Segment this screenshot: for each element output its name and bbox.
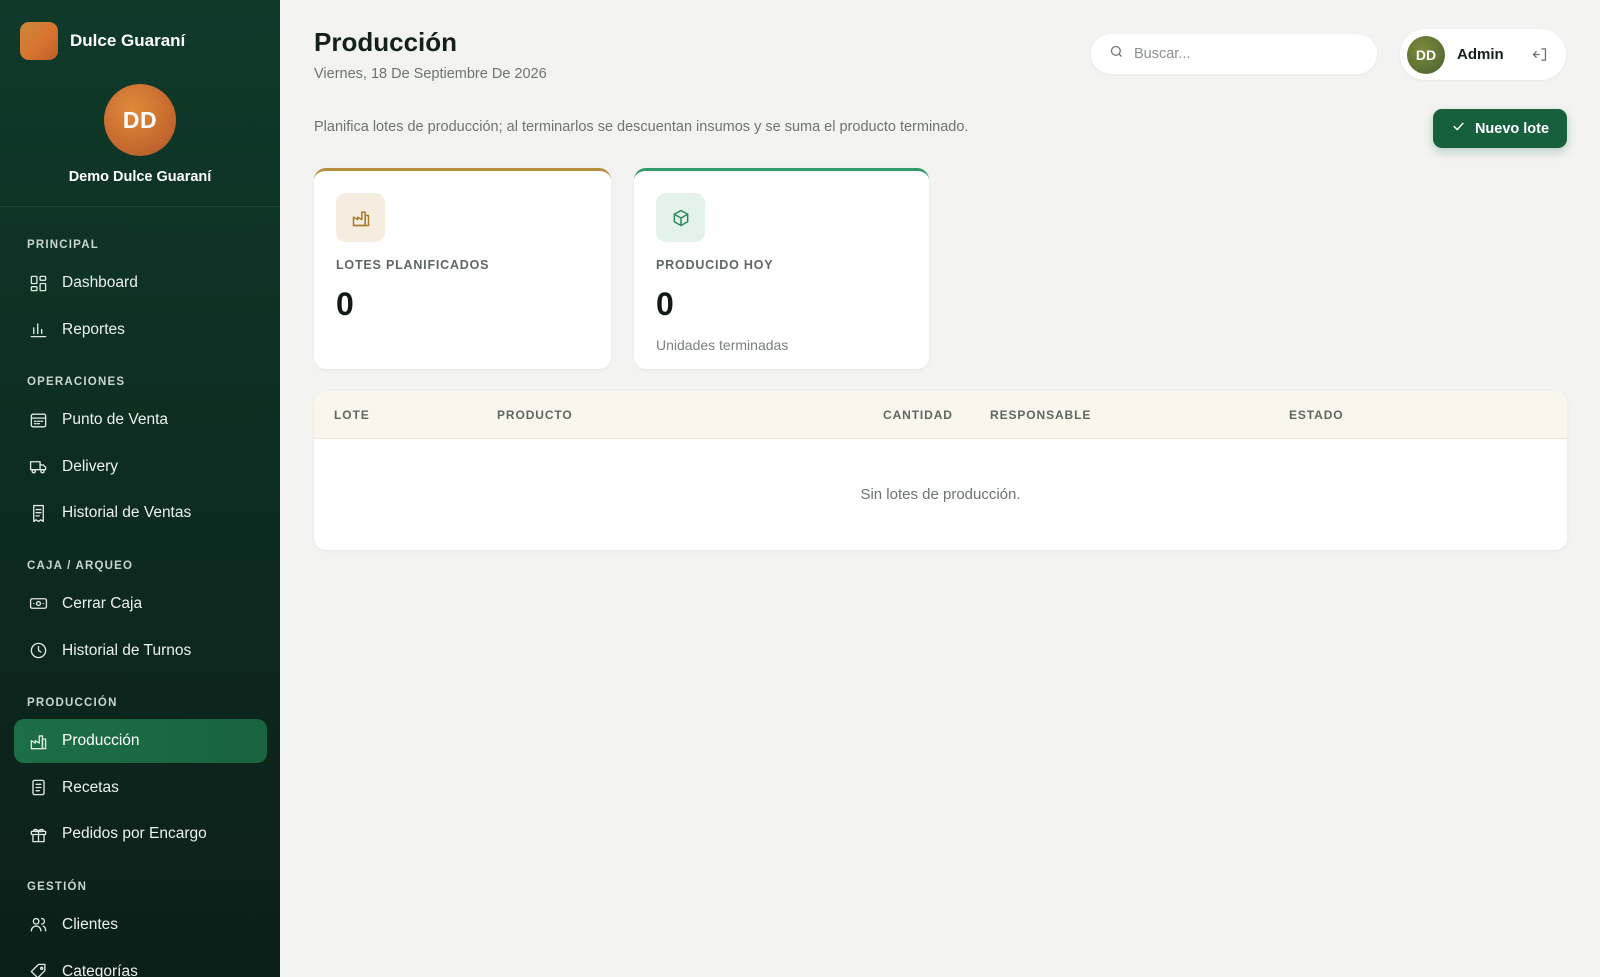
sidebar-item-reportes[interactable]: Reportes bbox=[14, 308, 267, 352]
sidebar-item-label: Delivery bbox=[62, 457, 118, 475]
sidebar: Dulce Guaraní DD Demo Dulce Guaraní PRIN… bbox=[0, 0, 280, 977]
sidebar-item-label: Dashboard bbox=[62, 274, 138, 291]
stat-subtext: Unidades terminadas bbox=[656, 337, 789, 353]
sidebar-item-pedidos-por-encargo[interactable]: Pedidos por Encargo bbox=[14, 812, 267, 856]
stat-value: 0 bbox=[336, 286, 354, 322]
dashboard-icon bbox=[28, 273, 48, 293]
column-header-estado[interactable]: ESTADO bbox=[1289, 391, 1344, 439]
stat-card-produced-today: PRODUCIDO HOY 0 Unidades terminadas bbox=[634, 168, 929, 369]
stat-label: PRODUCIDO HOY bbox=[656, 258, 774, 272]
stat-card-planned-batches: LOTES PLANIFICADOS 0 bbox=[314, 168, 611, 369]
factory-icon bbox=[28, 731, 48, 751]
check-icon bbox=[1451, 119, 1466, 138]
sidebar-divider bbox=[0, 206, 280, 207]
avatar[interactable]: DD bbox=[104, 84, 176, 156]
brand-name: Dulce Guaraní bbox=[70, 31, 186, 50]
section-label-produccion: PRODUCCIÓN bbox=[27, 697, 118, 710]
sidebar-item-categorias[interactable]: Categorías bbox=[14, 950, 267, 977]
truck-icon bbox=[28, 457, 48, 477]
empty-state-text: Sin lotes de producción. bbox=[860, 486, 1021, 503]
sidebar-item-dashboard[interactable]: Dashboard bbox=[14, 261, 267, 305]
factory-icon bbox=[336, 193, 385, 242]
batches-table: LOTE PRODUCTO CANTIDAD RESPONSABLE ESTAD… bbox=[314, 391, 1567, 550]
column-header-lote[interactable]: LOTE bbox=[334, 391, 370, 439]
sidebar-item-label: Historial de Turnos bbox=[62, 641, 192, 659]
section-label-caja: CAJA / ARQUEO bbox=[27, 559, 134, 572]
search-box[interactable] bbox=[1091, 34, 1377, 74]
box-icon bbox=[656, 193, 705, 242]
avatar[interactable]: DD bbox=[1407, 35, 1445, 74]
sidebar-item-delivery[interactable]: Delivery bbox=[14, 445, 267, 489]
new-batch-label: Nuevo lote bbox=[1474, 120, 1550, 137]
search-icon bbox=[1109, 44, 1124, 64]
new-batch-button[interactable]: Nuevo lote bbox=[1433, 109, 1567, 148]
sidebar-item-label: Categorías bbox=[62, 962, 138, 977]
receipt-icon bbox=[28, 503, 48, 523]
clock-icon bbox=[28, 641, 48, 661]
sidebar-item-label: Recetas bbox=[62, 778, 119, 796]
stat-label: LOTES PLANIFICADOS bbox=[336, 258, 490, 272]
sidebar-item-historial-de-ventas[interactable]: Historial de Ventas bbox=[14, 491, 267, 535]
profile-name: Demo Dulce Guaraní bbox=[68, 169, 212, 185]
register-icon bbox=[28, 410, 48, 430]
section-label-operaciones: OPERACIONES bbox=[27, 376, 126, 389]
sidebar-item-label: Reportes bbox=[62, 320, 125, 338]
logout-icon[interactable] bbox=[1532, 46, 1550, 64]
brand[interactable]: Dulce Guaraní bbox=[20, 22, 185, 60]
sidebar-item-label: Cerrar Caja bbox=[62, 594, 143, 612]
sidebar-item-produccion[interactable]: Producción bbox=[14, 719, 267, 764]
search-input[interactable] bbox=[1134, 46, 1354, 62]
sidebar-item-label: Producción bbox=[62, 732, 140, 750]
user-name: Admin bbox=[1457, 46, 1504, 63]
page-description: Planifica lotes de producción; al termin… bbox=[314, 119, 969, 135]
table-header: LOTE PRODUCTO CANTIDAD RESPONSABLE ESTAD… bbox=[314, 391, 1567, 439]
cash-icon bbox=[28, 594, 48, 614]
sidebar-nav: PRINCIPAL Dashboard Reportes OPERACIONES… bbox=[14, 225, 267, 977]
gift-icon bbox=[28, 824, 48, 844]
sidebar-item-label: Punto de Venta bbox=[62, 411, 169, 429]
sidebar-item-recetas[interactable]: Recetas bbox=[14, 766, 267, 810]
section-label-principal: PRINCIPAL bbox=[27, 239, 99, 251]
page-title: Producción bbox=[314, 27, 458, 57]
sidebar-item-cerrar-caja[interactable]: Cerrar Caja bbox=[14, 582, 267, 626]
sidebar-item-label: Pedidos por Encargo bbox=[62, 825, 207, 843]
sidebar-item-label: Historial de Ventas bbox=[62, 504, 192, 522]
profile: DD Demo Dulce Guaraní bbox=[0, 84, 280, 185]
sidebar-item-historial-de-turnos[interactable]: Historial de Turnos bbox=[14, 629, 267, 673]
tag-icon bbox=[28, 962, 48, 977]
brand-logo bbox=[20, 22, 58, 60]
book-icon bbox=[28, 778, 48, 798]
user-menu[interactable]: DD Admin bbox=[1400, 29, 1566, 80]
main-content: Producción Viernes, 18 De Septiembre De … bbox=[280, 0, 1600, 977]
column-header-cantidad[interactable]: CANTIDAD bbox=[883, 391, 953, 439]
stat-value: 0 bbox=[656, 286, 674, 322]
column-header-producto[interactable]: PRODUCTO bbox=[497, 391, 573, 439]
page-date: Viernes, 18 De Septiembre De 2026 bbox=[314, 66, 547, 82]
users-icon bbox=[28, 915, 48, 935]
bar-chart-icon bbox=[28, 320, 48, 340]
sidebar-item-clientes[interactable]: Clientes bbox=[14, 903, 267, 947]
sidebar-item-label: Clientes bbox=[62, 915, 118, 933]
section-label-gestion: GESTIÓN bbox=[27, 880, 88, 893]
column-header-responsable[interactable]: RESPONSABLE bbox=[990, 391, 1091, 439]
sidebar-item-punto-de-venta[interactable]: Punto de Venta bbox=[14, 398, 267, 442]
